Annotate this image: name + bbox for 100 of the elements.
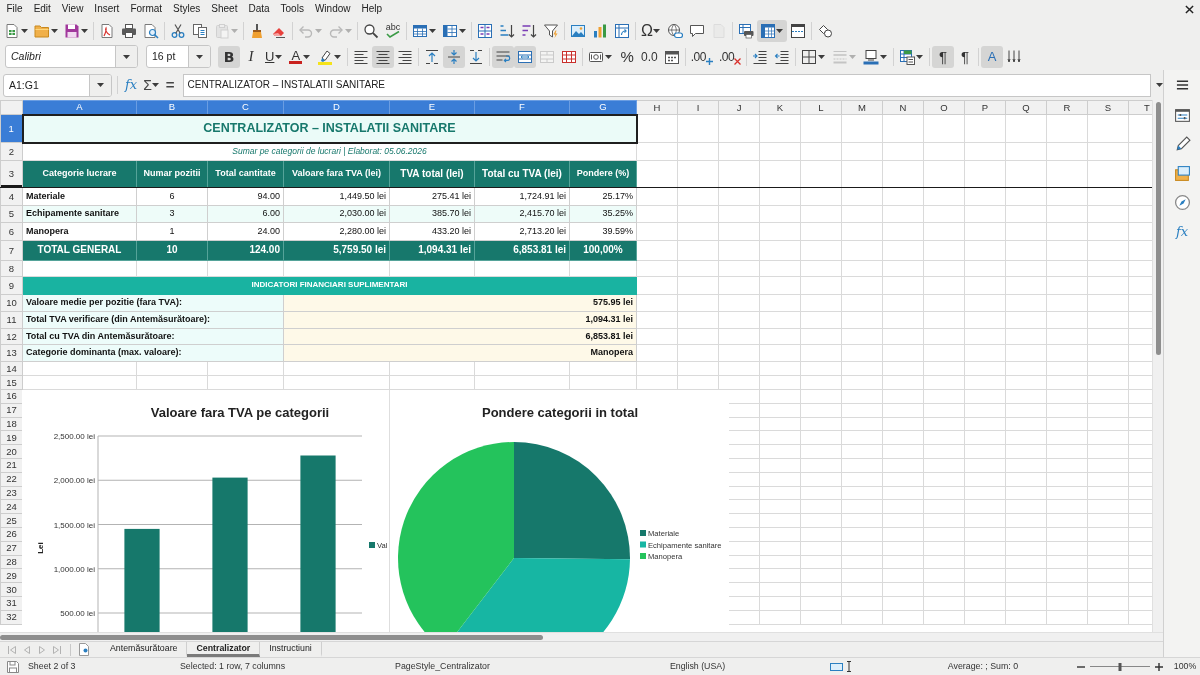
border-color-icon bbox=[863, 48, 880, 65]
column-heading-cell: Categorie lucrare bbox=[22, 160, 137, 188]
navigator-button[interactable] bbox=[1172, 193, 1192, 211]
caret-icon[interactable] bbox=[1156, 83, 1163, 87]
speech-bubble-icon bbox=[688, 22, 705, 39]
zoom-level[interactable]: 100% bbox=[1173, 661, 1197, 672]
column-header[interactable]: F bbox=[474, 100, 570, 115]
column-header[interactable]: T bbox=[1128, 100, 1152, 115]
function-wizard-button[interactable]: fx bbox=[122, 77, 141, 93]
menu-icon[interactable] bbox=[1175, 79, 1189, 91]
menu-item[interactable]: Help bbox=[356, 3, 388, 15]
column-header[interactable]: E bbox=[389, 100, 475, 115]
special-character-button[interactable]: Ω bbox=[638, 19, 664, 42]
align-center-icon bbox=[375, 48, 392, 65]
caret-icon bbox=[152, 83, 160, 87]
sum-button[interactable]: Σ bbox=[140, 76, 163, 94]
font-color-button[interactable]: A bbox=[286, 45, 315, 68]
vertical-scrollbar[interactable] bbox=[1152, 100, 1163, 632]
column-header[interactable]: G bbox=[569, 100, 637, 115]
horizontal-scrollbar[interactable] bbox=[0, 632, 1163, 641]
table-cell: 275.41 lei bbox=[389, 187, 475, 206]
row-header[interactable]: 3 bbox=[0, 160, 23, 188]
selection-mode-icon[interactable] bbox=[830, 662, 843, 671]
image-icon bbox=[570, 22, 586, 39]
highlighter-icon bbox=[317, 48, 334, 65]
menu-item[interactable]: Insert bbox=[88, 3, 125, 15]
menu-item[interactable]: Edit bbox=[28, 3, 57, 15]
menu-item[interactable]: View bbox=[56, 3, 89, 15]
sort-grid-icon bbox=[477, 22, 493, 39]
axis-label: 500.00 lei bbox=[60, 609, 95, 618]
column-header[interactable]: I bbox=[677, 100, 719, 115]
language-label[interactable]: English (USA) bbox=[669, 661, 726, 672]
column-header[interactable]: O bbox=[923, 100, 965, 115]
name-box-field[interactable]: A1:G1 bbox=[3, 73, 112, 97]
close-icon[interactable] bbox=[1185, 4, 1194, 14]
scrollbar-thumb[interactable] bbox=[1155, 102, 1161, 355]
left-to-right-button[interactable]: ¶ bbox=[932, 45, 955, 68]
column-header[interactable]: H bbox=[636, 100, 678, 115]
menu-item[interactable]: Format bbox=[124, 3, 168, 15]
column-header[interactable]: J bbox=[718, 100, 760, 115]
align-center-button[interactable] bbox=[372, 45, 395, 68]
menu-item[interactable]: Styles bbox=[167, 3, 206, 15]
gallery-button[interactable] bbox=[1172, 164, 1192, 182]
axis-title: Lei bbox=[36, 542, 45, 554]
slider-thumb[interactable] bbox=[1118, 662, 1122, 671]
caret-icon bbox=[314, 28, 322, 33]
scrollbar-thumb[interactable] bbox=[0, 634, 543, 640]
column-heading-cell: TVA total (lei) bbox=[389, 160, 475, 188]
spelling-button[interactable]: abc bbox=[382, 19, 404, 42]
column-header[interactable]: P bbox=[964, 100, 1006, 115]
row-header[interactable]: 1 bbox=[0, 114, 23, 143]
delete-decimal-button[interactable]: .00 bbox=[715, 45, 745, 68]
menu-item[interactable]: Data bbox=[242, 3, 276, 15]
table-cell: 6 bbox=[136, 187, 208, 206]
paintbrush-icon bbox=[249, 22, 265, 39]
freeze-button[interactable] bbox=[756, 19, 787, 42]
number-format-button[interactable]: 0.0 bbox=[638, 45, 661, 68]
column-header[interactable]: R bbox=[1046, 100, 1088, 115]
underline-button[interactable]: U bbox=[262, 45, 287, 68]
functions-button[interactable]: fx bbox=[1172, 222, 1192, 240]
formula-input-field[interactable]: CENTRALIZATOR – INSTALATII SANITARE bbox=[182, 73, 1151, 97]
table-cell: 25.17% bbox=[569, 187, 637, 206]
formula-button[interactable]: = bbox=[162, 76, 178, 94]
row-header[interactable]: 7 bbox=[0, 240, 23, 261]
outdent-icon bbox=[774, 48, 791, 65]
font-size-field[interactable]: 16 pt bbox=[146, 45, 211, 68]
properties-button[interactable] bbox=[1172, 106, 1192, 124]
font-name-field[interactable]: Calibri bbox=[5, 45, 138, 68]
column-header[interactable]: M bbox=[841, 100, 883, 115]
page-style-label[interactable]: PageStyle_Centralizator bbox=[395, 661, 490, 672]
merge-center-button[interactable] bbox=[514, 45, 537, 68]
bold-button[interactable]: B bbox=[218, 45, 240, 68]
add-sheet-button[interactable] bbox=[77, 642, 91, 657]
column-header[interactable]: Q bbox=[1005, 100, 1047, 115]
column-header[interactable]: K bbox=[759, 100, 801, 115]
triangle-left-icon bbox=[21, 644, 32, 655]
italic-button[interactable]: I bbox=[240, 45, 262, 68]
column-header[interactable]: A bbox=[22, 100, 137, 115]
menu-item[interactable]: Sheet bbox=[205, 3, 243, 15]
column-header[interactable]: C bbox=[207, 100, 284, 115]
column-header[interactable]: N bbox=[882, 100, 924, 115]
plus-icon bbox=[705, 57, 713, 65]
percent-format-button[interactable]: % bbox=[616, 45, 639, 68]
calendar-icon bbox=[663, 48, 680, 65]
column-header[interactable]: L bbox=[800, 100, 842, 115]
check-icon bbox=[386, 31, 400, 38]
scissors-icon bbox=[170, 22, 186, 39]
menu-item[interactable]: File bbox=[1, 3, 29, 15]
caret-icon bbox=[428, 28, 436, 33]
column-header[interactable]: S bbox=[1087, 100, 1129, 115]
column-header[interactable]: B bbox=[136, 100, 208, 115]
text-left-to-right-button[interactable]: A bbox=[981, 45, 1004, 68]
plus-icon[interactable] bbox=[1155, 662, 1163, 671]
conditional-format-icon bbox=[899, 48, 916, 65]
table-cell: 24.00 bbox=[207, 222, 284, 241]
menu-item[interactable]: Window bbox=[309, 3, 356, 15]
menu-item[interactable]: Tools bbox=[275, 3, 310, 15]
column-header[interactable]: D bbox=[283, 100, 390, 115]
add-decimal-button[interactable]: .00 bbox=[687, 45, 716, 68]
right-to-left-button[interactable]: ¶ bbox=[954, 45, 977, 68]
